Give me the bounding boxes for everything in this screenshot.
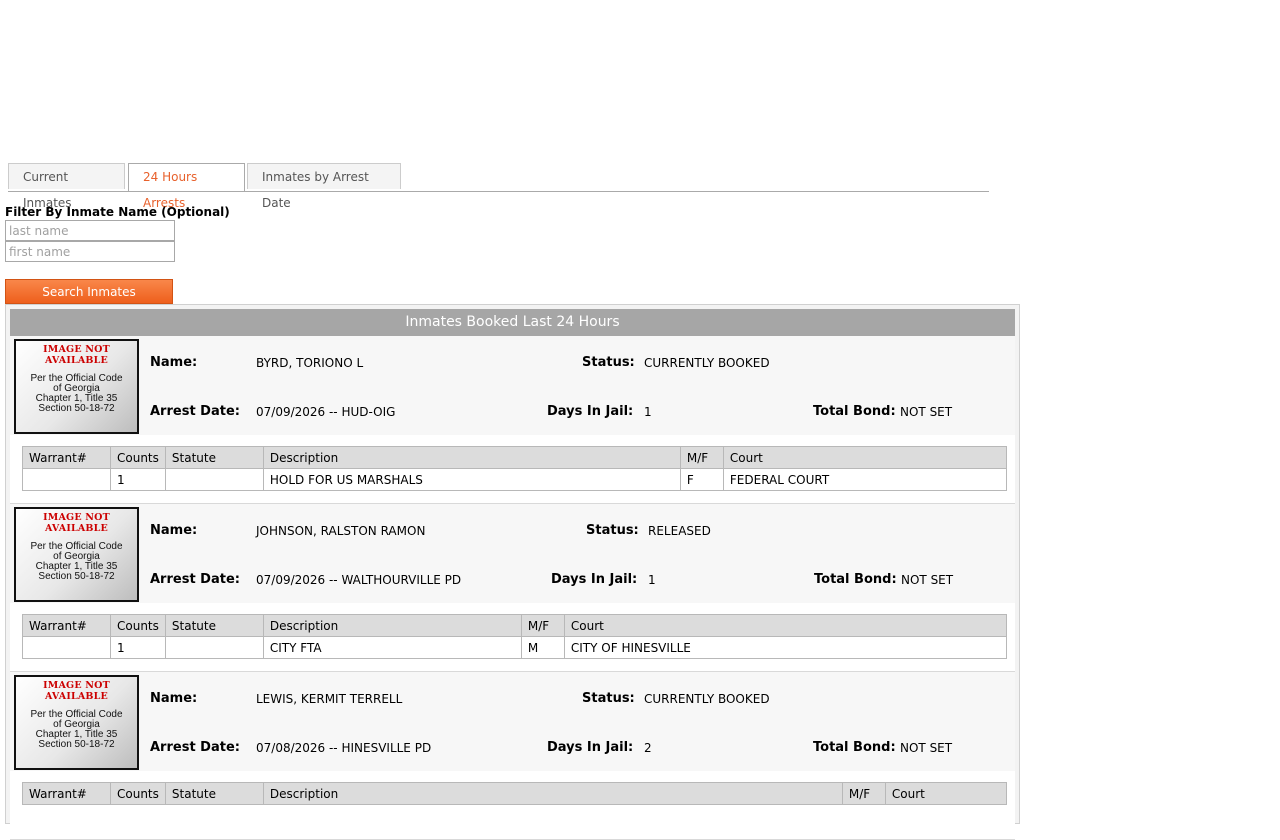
table-row: 1 HOLD FOR US MARSHALS F FEDERAL COURT: [22, 468, 1007, 491]
col-warrant: Warrant#: [22, 782, 111, 805]
inmate-name: JOHNSON, RALSTON RAMON: [256, 524, 426, 538]
table-row: 1 CITY FTA M CITY OF HINESVILLE: [22, 636, 1007, 659]
col-counts: Counts: [110, 782, 166, 805]
col-court: Court: [884, 782, 1007, 805]
warrants-table: Warrant# Counts Statute Description M/F …: [22, 614, 1007, 659]
inmate-summary: IMAGE NOT AVAILABLE Per the Official Cod…: [10, 336, 1015, 435]
col-mf: M/F: [841, 782, 886, 805]
results-panel: Inmates Booked Last 24 Hours IMAGE NOT A…: [5, 304, 1020, 840]
counts-cell: 1: [110, 468, 166, 491]
warrants-header-row: Warrant# Counts Statute Description M/F …: [22, 446, 1007, 469]
inmate-record: IMAGE NOT AVAILABLE Per the Official Cod…: [10, 672, 1015, 840]
georgia-code-notice: Per the Official Code of Georgia Chapter …: [30, 709, 123, 750]
name-label: Name:: [150, 691, 198, 706]
days-in-jail-value: 1: [644, 405, 652, 419]
status-label: Status:: [582, 355, 635, 370]
arrest-date-label: Arrest Date:: [150, 572, 240, 587]
tab-bar: Current Inmates 24 Hours Arrests Inmates…: [8, 163, 989, 210]
inmate-summary: IMAGE NOT AVAILABLE Per the Official Cod…: [10, 672, 1015, 771]
search-inmates-button[interactable]: Search Inmates: [5, 279, 173, 304]
total-bond-label: Total Bond:: [813, 404, 896, 419]
col-statute: Statute: [164, 446, 264, 469]
image-not-available-text: IMAGE NOT AVAILABLE: [43, 512, 110, 534]
warrants-table: Warrant# Counts Statute Description M/F …: [22, 782, 1007, 805]
inmate-summary: IMAGE NOT AVAILABLE Per the Official Cod…: [10, 504, 1015, 603]
status-label: Status:: [586, 523, 639, 538]
total-bond-label: Total Bond:: [813, 740, 896, 755]
col-counts: Counts: [110, 446, 166, 469]
warrants-table: Warrant# Counts Statute Description M/F …: [22, 446, 1007, 491]
georgia-code-notice: Per the Official Code of Georgia Chapter …: [30, 541, 123, 582]
arrest-date-value: 07/09/2026 -- HUD-OIG: [256, 405, 396, 419]
first-name-input[interactable]: [5, 241, 175, 262]
tab-current-inmates[interactable]: Current Inmates: [8, 163, 125, 210]
tab-inmates-by-arrest-date[interactable]: Inmates by Arrest Date: [247, 163, 401, 210]
panel-title: Inmates Booked Last 24 Hours: [10, 309, 1015, 337]
inmate-status: CURRENTLY BOOKED: [644, 356, 770, 370]
col-court: Court: [563, 614, 1007, 637]
mf-cell: M: [520, 636, 565, 659]
col-description: Description: [262, 446, 681, 469]
image-not-available-text: IMAGE NOT AVAILABLE: [43, 344, 110, 366]
statute-cell: [164, 468, 264, 491]
warrants-header-row: Warrant# Counts Statute Description M/F …: [22, 782, 1007, 805]
col-warrant: Warrant#: [22, 614, 111, 637]
arrest-date-value: 07/09/2026 -- WALTHOURVILLE PD: [256, 573, 462, 587]
col-mf: M/F: [679, 446, 724, 469]
inmate-record: IMAGE NOT AVAILABLE Per the Official Cod…: [10, 336, 1015, 504]
description-cell: HOLD FOR US MARSHALS: [262, 468, 681, 491]
court-cell: FEDERAL COURT: [722, 468, 1007, 491]
inmate-name: LEWIS, KERMIT TERRELL: [256, 692, 403, 706]
days-in-jail-value: 1: [648, 573, 656, 587]
court-cell: CITY OF HINESVILLE: [563, 636, 1007, 659]
warrants-area: Warrant# Counts Statute Description M/F …: [10, 603, 1015, 672]
days-in-jail-value: 2: [644, 741, 652, 755]
image-not-available-text: IMAGE NOT AVAILABLE: [43, 680, 110, 702]
mf-cell: F: [679, 468, 724, 491]
inmate-record: IMAGE NOT AVAILABLE Per the Official Cod…: [10, 504, 1015, 672]
tab-24-hours-arrests[interactable]: 24 Hours Arrests: [128, 163, 245, 210]
col-statute: Statute: [164, 782, 264, 805]
arrest-date-label: Arrest Date:: [150, 740, 240, 755]
total-bond-value: NOT SET: [901, 573, 954, 587]
inmate-name: BYRD, TORIONO L: [256, 356, 364, 370]
filter-label: Filter By Inmate Name (Optional): [5, 205, 230, 219]
description-cell: CITY FTA: [262, 636, 522, 659]
col-statute: Statute: [164, 614, 264, 637]
counts-cell: 1: [110, 636, 166, 659]
warrants-area: Warrant# Counts Statute Description M/F …: [10, 435, 1015, 504]
last-name-input[interactable]: [5, 220, 175, 241]
col-warrant: Warrant#: [22, 446, 111, 469]
col-description: Description: [262, 614, 522, 637]
total-bond-value: NOT SET: [900, 405, 953, 419]
arrest-date-label: Arrest Date:: [150, 404, 240, 419]
warrant-cell: [22, 636, 111, 659]
inmate-status: RELEASED: [648, 524, 711, 538]
name-label: Name:: [150, 355, 198, 370]
statute-cell: [164, 636, 264, 659]
status-label: Status:: [582, 691, 635, 706]
warrant-cell: [22, 468, 111, 491]
days-in-jail-label: Days In Jail:: [547, 404, 634, 419]
georgia-code-notice: Per the Official Code of Georgia Chapter …: [30, 373, 123, 414]
inmate-status: CURRENTLY BOOKED: [644, 692, 770, 706]
inmate-photo-placeholder: IMAGE NOT AVAILABLE Per the Official Cod…: [14, 675, 139, 770]
warrants-area: Warrant# Counts Statute Description M/F …: [10, 771, 1015, 840]
warrants-header-row: Warrant# Counts Statute Description M/F …: [22, 614, 1007, 637]
inmate-photo-placeholder: IMAGE NOT AVAILABLE Per the Official Cod…: [14, 507, 139, 602]
col-description: Description: [262, 782, 843, 805]
total-bond-label: Total Bond:: [814, 572, 897, 587]
col-counts: Counts: [110, 614, 166, 637]
inmate-photo-placeholder: IMAGE NOT AVAILABLE Per the Official Cod…: [14, 339, 139, 434]
arrest-date-value: 07/08/2026 -- HINESVILLE PD: [256, 741, 432, 755]
total-bond-value: NOT SET: [900, 741, 953, 755]
col-court: Court: [722, 446, 1007, 469]
days-in-jail-label: Days In Jail:: [547, 740, 634, 755]
days-in-jail-label: Days In Jail:: [551, 572, 638, 587]
col-mf: M/F: [520, 614, 565, 637]
name-label: Name:: [150, 523, 198, 538]
